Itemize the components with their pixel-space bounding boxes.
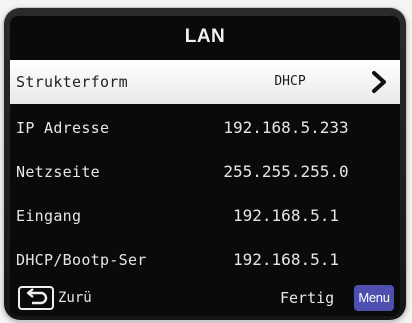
device-screen: LAN Strukterform DHCP IP Adresse 192.168… xyxy=(10,16,400,316)
row-label: Eingang xyxy=(16,207,82,225)
list-row-dhcp-bootp-server[interactable]: DHCP/Bootp-Ser 192.168.5.1 xyxy=(10,238,400,282)
row-label: Strukterform xyxy=(16,73,128,91)
device-bezel: LAN Strukterform DHCP IP Adresse 192.168… xyxy=(0,0,412,323)
row-value: DHCP xyxy=(274,74,306,89)
list-row-ip-adresse[interactable]: IP Adresse 192.168.5.233 xyxy=(10,106,400,150)
row-value: 192.168.5.233 xyxy=(223,118,349,137)
menu-button[interactable]: Menu xyxy=(354,285,394,311)
footer-bar: Zurü Fertig Menu xyxy=(10,280,400,316)
list-row-eingang[interactable]: Eingang 192.168.5.1 xyxy=(10,194,400,238)
list-row-netzseite[interactable]: Netzseite 255.255.255.0 xyxy=(10,150,400,194)
page-title: LAN xyxy=(184,26,226,47)
back-arrow-icon xyxy=(26,288,48,305)
list-row-strukturform[interactable]: Strukterform DHCP xyxy=(10,60,400,104)
screen-frame: LAN Strukterform DHCP IP Adresse 192.168… xyxy=(4,8,406,320)
row-label: DHCP/Bootp-Ser xyxy=(16,251,147,269)
chevron-right-icon xyxy=(372,71,386,93)
row-label: Netzseite xyxy=(16,163,100,181)
row-value: 192.168.5.1 xyxy=(233,250,339,269)
row-value: 255.255.255.0 xyxy=(223,162,349,181)
back-button[interactable] xyxy=(18,286,54,310)
row-value: 192.168.5.1 xyxy=(233,206,339,225)
back-label[interactable]: Zurü xyxy=(58,280,92,316)
done-button[interactable]: Fertig xyxy=(280,280,334,316)
row-label: IP Adresse xyxy=(16,119,110,137)
